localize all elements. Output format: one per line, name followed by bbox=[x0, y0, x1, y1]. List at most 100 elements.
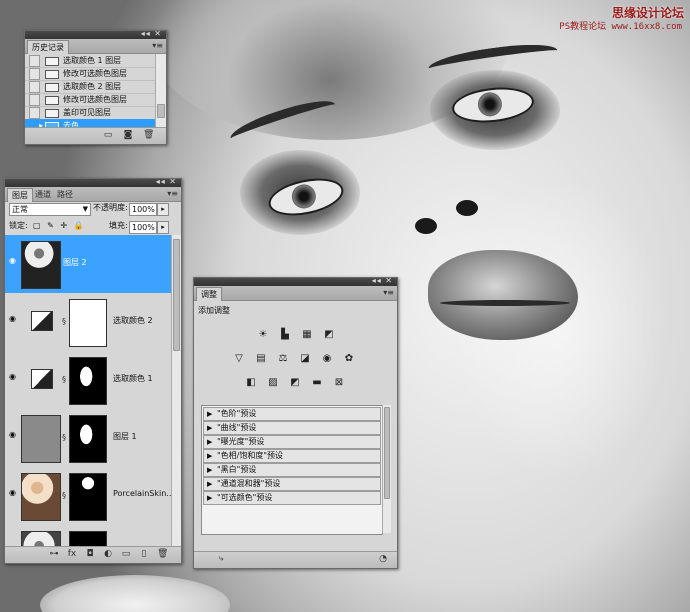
tab-history[interactable]: 历史记录 bbox=[27, 40, 69, 54]
photo-filter-icon[interactable]: ◉ bbox=[320, 352, 334, 366]
history-item[interactable]: 修改可选颜色图层 bbox=[25, 67, 155, 81]
adjustment-layer-icon[interactable]: ◐ bbox=[103, 549, 113, 559]
selective-color-icon[interactable]: ⊠ bbox=[332, 376, 346, 390]
history-state-icon bbox=[45, 96, 59, 105]
tab-adjustments[interactable]: 调整 bbox=[196, 287, 222, 301]
lock-icons[interactable]: ▢ ✎ ✛ 🔒 bbox=[33, 221, 86, 230]
tab-paths[interactable]: 路径 bbox=[53, 188, 77, 201]
collapse-icon[interactable]: ◂◂ ✕ bbox=[156, 177, 177, 186]
preset-item[interactable]: ▶ "通道混和器"预设 bbox=[203, 477, 381, 491]
layer-thumbnail bbox=[21, 531, 61, 547]
new-document-from-state-icon[interactable]: ▭ bbox=[103, 130, 113, 140]
layers-footer: ⊶ fx ◘ ◐ ▭ ▯ 🗑 bbox=[5, 546, 181, 563]
layer-thumbnail bbox=[21, 473, 61, 521]
invert-icon[interactable]: ◧ bbox=[244, 376, 258, 390]
layer-name: 图层 2 bbox=[63, 258, 87, 267]
opacity-input[interactable]: 100% bbox=[129, 203, 157, 216]
threshold-icon[interactable]: ◩ bbox=[288, 376, 302, 390]
black-white-icon[interactable]: ◪ bbox=[298, 352, 312, 366]
history-item[interactable]: 选取颜色 2 图层 bbox=[25, 80, 155, 94]
layer-row[interactable]: ◉ § PorcelainSkin... bbox=[5, 467, 171, 526]
history-scrollbar[interactable] bbox=[155, 54, 166, 128]
fill-slider-button[interactable]: ▸ bbox=[157, 221, 169, 234]
presets-scrollbar[interactable] bbox=[382, 405, 391, 533]
tab-channels[interactable]: 通道 bbox=[31, 188, 55, 201]
color-balance-icon[interactable]: ⚖ bbox=[276, 352, 290, 366]
history-item[interactable]: 修改可选颜色图层 bbox=[25, 93, 155, 107]
selective-color-icon bbox=[31, 311, 53, 331]
selective-color-icon bbox=[31, 369, 53, 389]
layer-mask-thumbnail bbox=[69, 415, 107, 463]
adjustments-panel-titlebar[interactable]: ◂◂ ✕ bbox=[194, 276, 397, 286]
layer-row[interactable]: ◉ § bbox=[5, 525, 171, 547]
new-layer-icon[interactable]: ▯ bbox=[139, 549, 149, 559]
layer-row[interactable]: ◉ § 选取颜色 1 bbox=[5, 351, 171, 410]
preset-item[interactable]: ▶ "色相/饱和度"预设 bbox=[203, 449, 381, 463]
layer-row[interactable]: ◉ § 选取颜色 2 bbox=[5, 293, 171, 352]
levels-icon[interactable]: ▙ bbox=[278, 328, 292, 342]
exposure-icon[interactable]: ◩ bbox=[322, 328, 336, 342]
link-icon: § bbox=[62, 317, 66, 326]
collapse-icon[interactable]: ◂◂ ✕ bbox=[372, 276, 393, 285]
nostril-right bbox=[456, 200, 478, 216]
fill-input[interactable]: 100% bbox=[129, 221, 157, 234]
nostril-left bbox=[415, 218, 437, 234]
layer-row[interactable]: ◉ § 图层 1 bbox=[5, 409, 171, 468]
preset-item[interactable]: ▶ "色阶"预设 bbox=[203, 407, 381, 421]
layers-panel-titlebar[interactable]: ◂◂ ✕ bbox=[5, 177, 181, 187]
adjustments-panel: ◂◂ ✕ 调整 ▾≡ 添加调整 ☀ ▙ ▦ ◩ ▽ ▤ ⚖ ◪ ◉ ✿ ◧ ▨ … bbox=[193, 276, 398, 569]
layer-name: PorcelainSkin... bbox=[113, 489, 171, 498]
eye-icon[interactable]: ◉ bbox=[9, 431, 17, 439]
opacity-label: 不透明度: bbox=[93, 203, 128, 212]
layer-mask-thumbnail bbox=[69, 299, 107, 347]
history-state-icon bbox=[45, 57, 59, 66]
channel-mixer-icon[interactable]: ✿ bbox=[342, 352, 356, 366]
tab-layers[interactable]: 图层 bbox=[7, 188, 33, 202]
panel-menu-icon[interactable]: ▾≡ bbox=[167, 189, 178, 198]
link-layers-icon[interactable]: ⊶ bbox=[49, 549, 59, 559]
history-list: 选取颜色 1 图层 修改可选颜色图层 选取颜色 2 图层 修改可选颜色图层 盖印… bbox=[25, 54, 155, 128]
layer-thumbnail bbox=[21, 415, 61, 463]
group-folder-icon[interactable]: ▭ bbox=[121, 549, 131, 559]
preset-item[interactable]: ▶ "曝光度"预设 bbox=[203, 435, 381, 449]
panel-menu-icon[interactable]: ▾≡ bbox=[383, 288, 394, 297]
layer-row[interactable]: ◉ 图层 2 bbox=[5, 235, 171, 294]
watermark-url: PS教程论坛 www.16xx8.com bbox=[559, 22, 682, 32]
vibrance-icon[interactable]: ▽ bbox=[232, 352, 246, 366]
gradient-map-icon[interactable]: ▬ bbox=[310, 376, 324, 390]
history-panel: ◂◂ ✕ 历史记录 ▾≡ 选取颜色 1 图层 修改可选颜色图层 选取颜色 2 图… bbox=[24, 29, 167, 145]
add-mask-icon[interactable]: ◘ bbox=[85, 549, 95, 559]
blend-mode-select[interactable]: 正常 ▼ bbox=[9, 203, 91, 216]
eye-icon[interactable]: ◉ bbox=[9, 257, 17, 265]
preset-item[interactable]: ▶ "可选颜色"预设 bbox=[203, 491, 381, 505]
eye-icon[interactable]: ◉ bbox=[9, 315, 17, 323]
preset-item[interactable]: ▶ "黑白"预设 bbox=[203, 463, 381, 477]
trash-icon[interactable]: 🗑 bbox=[157, 549, 168, 559]
history-state-icon bbox=[45, 109, 59, 118]
presets-list: ▶ "色阶"预设 ▶ "曲线"预设 ▶ "曝光度"预设 ▶ "色相/饱和度"预设 ▶ "黑… bbox=[201, 405, 383, 535]
adjustments-footer: ⤷ ◔ bbox=[194, 551, 397, 568]
history-item[interactable]: 选取颜色 1 图层 bbox=[25, 54, 155, 68]
history-item[interactable]: 盖印可见图层 bbox=[25, 106, 155, 120]
history-state-icon bbox=[45, 83, 59, 92]
clip-to-layer-icon[interactable]: ⤷ bbox=[216, 554, 226, 564]
collapse-icon[interactable]: ◂◂ ✕ bbox=[141, 29, 162, 38]
lock-label: 锁定: bbox=[9, 221, 28, 230]
preset-item[interactable]: ▶ "曲线"预设 bbox=[203, 421, 381, 435]
curves-icon[interactable]: ▦ bbox=[300, 328, 314, 342]
history-state-icon bbox=[45, 70, 59, 79]
eye-icon[interactable]: ◉ bbox=[9, 373, 17, 381]
posterize-icon[interactable]: ▨ bbox=[266, 376, 280, 390]
panel-menu-icon[interactable]: ▾≡ bbox=[152, 41, 163, 50]
layers-scrollbar[interactable] bbox=[171, 235, 181, 547]
layer-mask-thumbnail bbox=[69, 473, 107, 521]
history-panel-titlebar[interactable]: ◂◂ ✕ bbox=[25, 29, 166, 39]
eye-icon[interactable]: ◉ bbox=[9, 489, 17, 497]
info-icon[interactable]: ◔ bbox=[378, 554, 388, 564]
layer-style-icon[interactable]: fx bbox=[67, 549, 77, 559]
brightness-contrast-icon[interactable]: ☀ bbox=[256, 328, 270, 342]
trash-icon[interactable]: 🗑 bbox=[143, 130, 154, 140]
hue-saturation-icon[interactable]: ▤ bbox=[254, 352, 268, 366]
opacity-slider-button[interactable]: ▸ bbox=[157, 203, 169, 216]
snapshot-icon[interactable]: ◙ bbox=[123, 130, 133, 140]
